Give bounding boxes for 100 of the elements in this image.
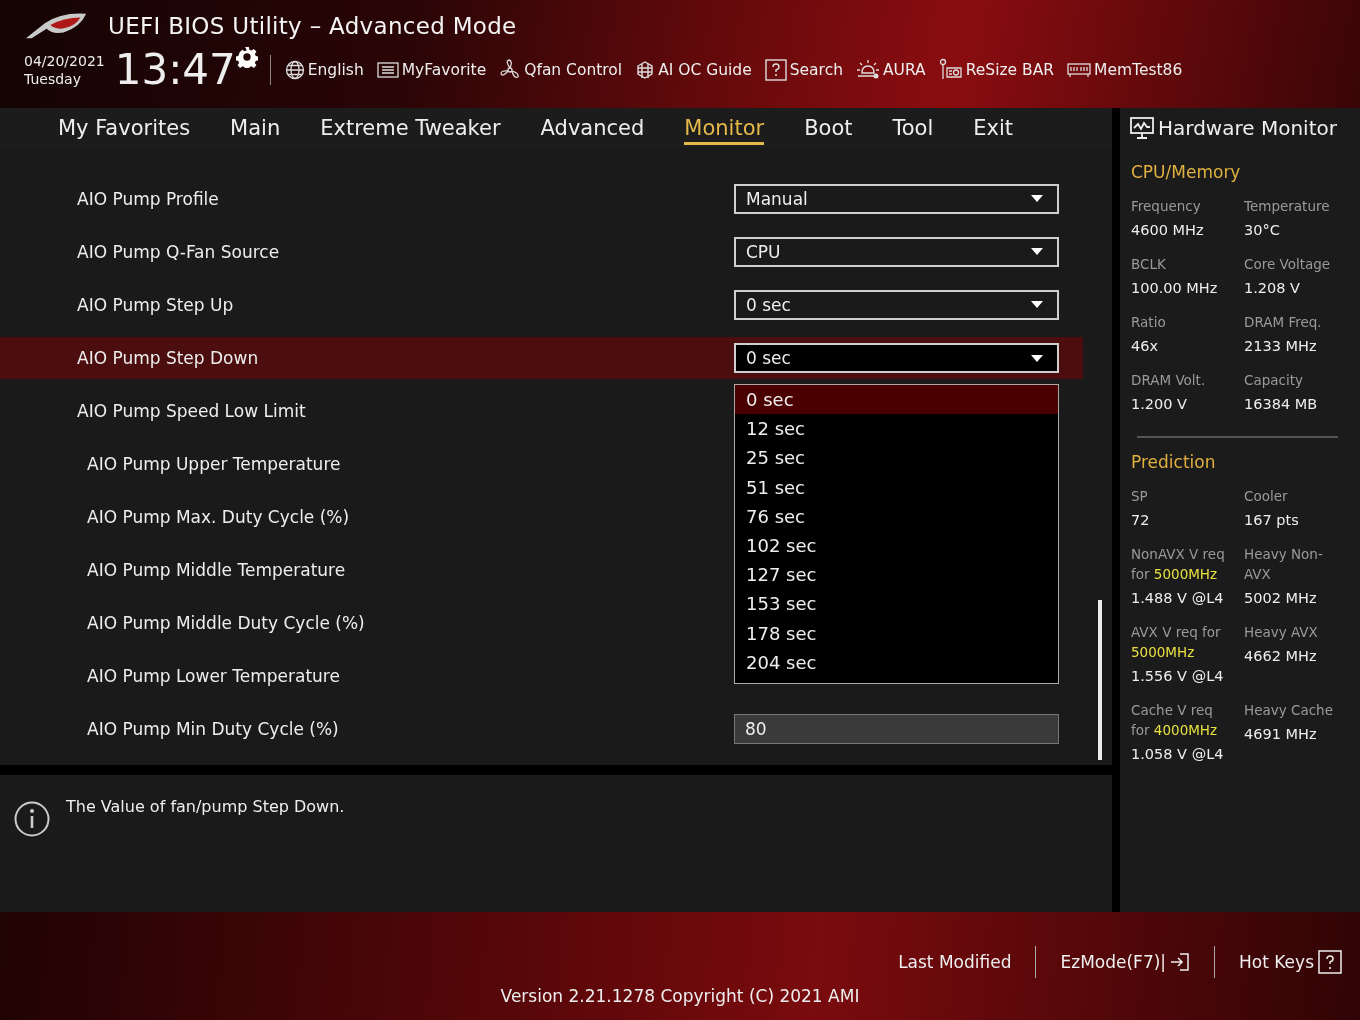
toolbar-button[interactable]: AI OC Guide [635, 60, 752, 80]
memory-icon [1067, 62, 1092, 78]
stat-label: NonAVX V req for 5000MHz [1131, 545, 1226, 584]
toolbar-button[interactable]: ReSize BAR [938, 58, 1055, 82]
stat-value: 16384 MB [1244, 396, 1319, 412]
stat-value: 4662 MHz [1244, 648, 1318, 664]
stat-value: 1.208 V [1244, 280, 1302, 296]
menu-tab[interactable]: Extreme Tweaker [320, 111, 501, 145]
menu-tab[interactable]: Exit [973, 111, 1014, 145]
section-title: Prediction [1131, 452, 1217, 472]
clock-time: 13:47 [114, 48, 236, 92]
stat-label: BCLK [1131, 255, 1167, 274]
section-title: CPU/Memory [1131, 162, 1242, 182]
setting-label: AIO Pump Max. Duty Cycle (%) [87, 506, 350, 527]
help-text: The Value of fan/pump Step Down. [66, 797, 345, 816]
dropdown-option[interactable]: 102 sec [735, 530, 1058, 561]
fan-icon [499, 59, 522, 81]
footer-button[interactable]: Hot Keys [1239, 950, 1342, 974]
dropdown-option[interactable]: 153 sec [735, 589, 1058, 619]
menu-tab[interactable]: Boot [804, 111, 853, 145]
stat-value: 2133 MHz [1244, 338, 1318, 354]
stat-label: Temperature [1244, 197, 1331, 216]
stat-label: Cooler [1244, 487, 1289, 506]
stat-value: 72 [1131, 512, 1151, 528]
stat-label: DRAM Volt. [1131, 371, 1207, 390]
toolbar-button[interactable]: Qfan Control [499, 59, 623, 81]
caret-icon [1031, 301, 1043, 308]
list-icon [376, 61, 399, 79]
stat-label: AVX V req for 5000MHz [1131, 623, 1222, 662]
setting-label: AIO Pump Step Down [77, 348, 259, 368]
toolbar-button[interactable]: English [284, 60, 364, 80]
window-title: UEFI BIOS Utility – Advanced Mode [108, 13, 517, 39]
stat-label: Core Voltage [1244, 255, 1332, 274]
dropdown-option[interactable]: 127 sec [735, 560, 1058, 590]
menu-tab[interactable]: Advanced [540, 111, 645, 145]
toolbar-button[interactable]: MemTest86 [1067, 61, 1183, 79]
chip-icon [635, 60, 656, 80]
dropdown-option[interactable]: 0 sec [735, 385, 1058, 415]
stat-value: 167 pts [1244, 512, 1300, 528]
footer-button[interactable]: EzMode(F7)| [1060, 952, 1191, 972]
scrollbar[interactable] [1098, 600, 1102, 760]
caret-icon [1031, 354, 1043, 362]
help-icon [764, 59, 787, 81]
menu-tab[interactable]: Monitor [684, 111, 765, 145]
stat-value: 100.00 MHz [1131, 280, 1219, 296]
setting-label: AIO Pump Middle Temperature [87, 559, 346, 580]
dropdown-option[interactable]: 25 sec [735, 443, 1058, 473]
stat-value: 4600 MHz [1131, 222, 1205, 238]
stat-value: 1.058 V @L4 [1131, 746, 1225, 762]
stat-value: 5002 MHz [1244, 590, 1318, 606]
menu-tab[interactable]: My Favorites [58, 111, 191, 145]
setting-label: AIO Pump Upper Temperature [87, 453, 341, 474]
stat-label: Heavy AVX [1244, 623, 1319, 642]
caret-icon [1031, 195, 1043, 202]
menu-tab[interactable]: Main [230, 111, 281, 145]
card-icon [938, 58, 963, 82]
light-icon [856, 59, 880, 81]
stat-value: 46x [1131, 338, 1160, 354]
dropdown-field[interactable]: 0 sec [734, 289, 1059, 320]
stat-label: DRAM Freq. [1244, 313, 1323, 332]
setting-label: AIO Pump Step Up [77, 294, 234, 315]
stat-label: Capacity [1244, 371, 1304, 390]
monitor-icon [1130, 117, 1154, 139]
stat-value: 1.556 V @L4 [1131, 668, 1225, 684]
dropdown-field[interactable]: 0 sec [734, 343, 1059, 373]
setting-label: AIO Pump Q-Fan Source [77, 241, 280, 262]
setting-label: AIO Pump Lower Temperature [87, 665, 340, 686]
stat-value: 30°C [1244, 222, 1281, 238]
stat-label: Heavy Non-AVX [1244, 545, 1324, 584]
day-text: Tuesday [24, 70, 82, 88]
stat-label: SP [1131, 487, 1149, 506]
date-text: 04/20/2021 [24, 52, 105, 70]
info-icon [14, 801, 50, 837]
dropdown-option[interactable]: 178 sec [735, 618, 1058, 648]
exit-icon [1170, 952, 1191, 972]
setting-label: AIO Pump Min Duty Cycle (%) [87, 718, 339, 739]
footer-button[interactable]: Last Modified [898, 952, 1012, 972]
caret-icon [1031, 248, 1043, 255]
stat-value: 1.488 V @L4 [1131, 590, 1225, 606]
version-text: Version 2.21.1278 Copyright (C) 2021 AMI [500, 986, 860, 1006]
panel-title: Hardware Monitor [1158, 116, 1337, 140]
dropdown-field[interactable]: CPU [734, 236, 1059, 267]
dropdown-field[interactable]: Manual [734, 183, 1059, 214]
setting-label: AIO Pump Speed Low Limit [77, 400, 306, 421]
stat-label: Ratio [1131, 313, 1167, 332]
setting-label: AIO Pump Middle Duty Cycle (%) [87, 612, 365, 633]
dropdown-option[interactable]: 204 sec [735, 647, 1058, 677]
stat-label: Frequency [1131, 197, 1202, 216]
dropdown-option[interactable]: 76 sec [735, 501, 1058, 531]
toolbar-button[interactable]: MyFavorite [376, 61, 487, 79]
dropdown-option[interactable]: 12 sec [735, 414, 1058, 444]
selected-row[interactable]: AIO Pump Step Down 0 sec [0, 337, 1083, 379]
settings-icon[interactable] [235, 46, 258, 68]
dropdown-option[interactable]: 51 sec [735, 472, 1058, 502]
toolbar-button[interactable]: Search [764, 59, 843, 81]
input-field[interactable]: 80 [734, 713, 1059, 744]
stat-label: Cache V req for 4000MHz [1131, 701, 1219, 740]
toolbar-button[interactable]: AURA [856, 59, 926, 81]
globe-icon [284, 60, 305, 80]
menu-tab[interactable]: Tool [892, 111, 934, 145]
